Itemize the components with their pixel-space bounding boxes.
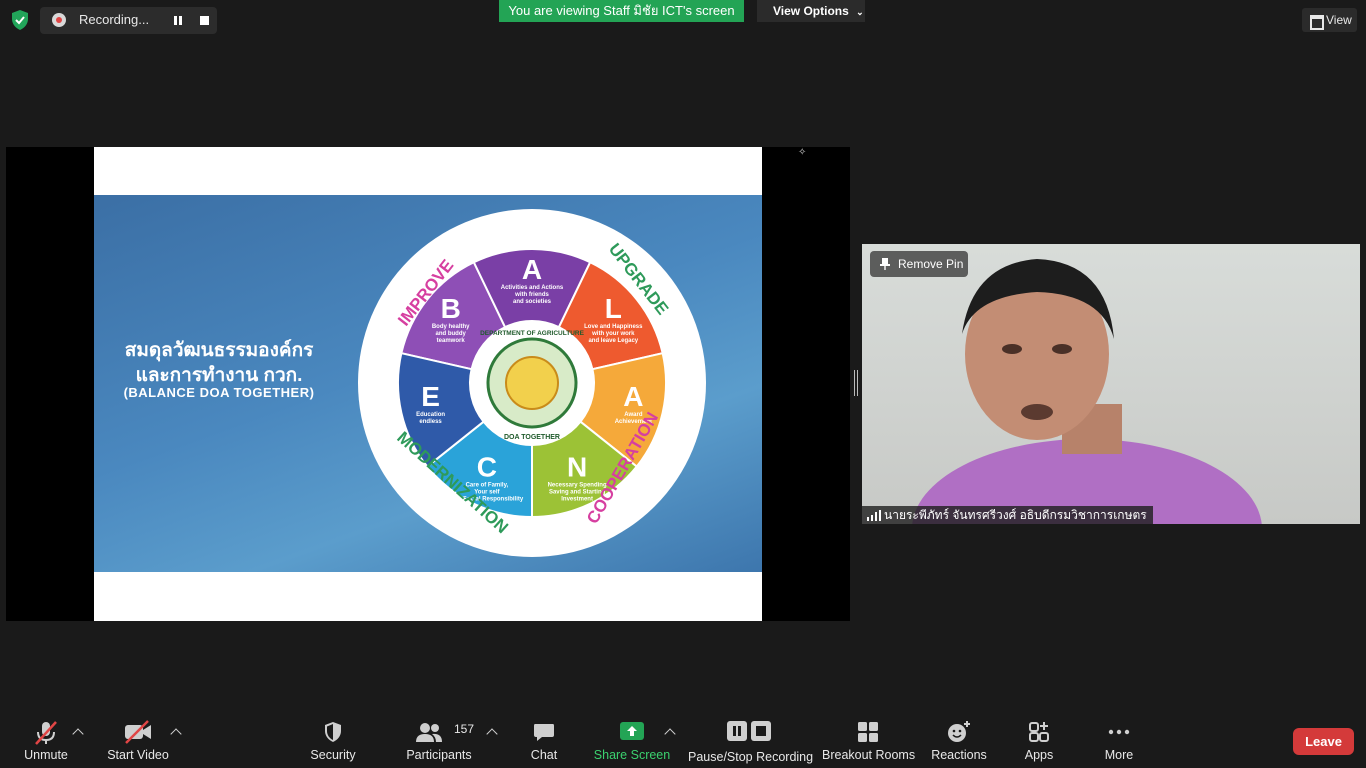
recording-dot-icon [52,13,66,27]
participant-name-tag: นายระพีภัทร์ จันทรศรีวงศ์ อธิบดีกรมวิชาก… [862,506,1153,524]
viewing-banner: You are viewing Staff มิชัย ICT's screen [499,0,744,22]
wheel-letter-3: A [623,381,643,412]
wheel-letter-6: E [421,381,440,412]
more-dots-icon [1108,729,1130,735]
share-screen-label: Share Screen [593,748,671,762]
remove-pin-label: Remove Pin [898,257,964,271]
center-bottom-label: DOA TOGETHER [504,434,560,441]
recording-label: Recording... [79,12,150,27]
panel-resize-handle[interactable] [854,370,858,396]
wheel-letter-0: B [441,293,461,324]
video-off-icon [125,720,151,744]
wheel-segment-text-0-2: teamwork [437,338,466,344]
reactions-label: Reactions [931,748,987,762]
apps-label: Apps [1024,748,1054,762]
start-video-label: Start Video [107,748,169,762]
wheel-segment-text-1-2: and societies [513,299,552,305]
pause-stop-recording-label: Pause/Stop Recording [688,750,814,764]
breakout-rooms-icon [858,722,878,742]
share-screen-icon [620,722,644,740]
balance-wheel-diagram: BBody healthyand buddyteamworkAActivitie… [358,209,706,557]
pause-stop-icon [727,721,771,741]
recording-indicator: Recording... [40,7,217,34]
pause-recording-icon[interactable] [173,16,183,25]
wheel-segment-text-6-0: Education [416,412,445,418]
pin-icon [880,258,890,270]
wheel-segment-text-6-1: endless [419,419,442,425]
wheel-segment-text-2-0: Love and Happiness [584,324,643,330]
chat-label: Chat [530,748,558,762]
slide-content: สมดุลวัฒนธรรมองค์กร และการทำงาน กวก. (BA… [94,195,762,572]
wheel-segment-text-2-1: with your work [591,331,635,337]
participant-video [912,259,1262,524]
reactions-icon [948,721,970,742]
wheel-letter-5: C [477,452,497,483]
view-button[interactable]: View [1302,8,1357,32]
wheel-segment-text-1-1: with friends [514,292,549,298]
wheel-segment-text-1-0: Activities and Actions [501,285,564,291]
wheel-segment-text-4-0: Necessary Spending [548,483,607,489]
security-label: Security [310,748,356,762]
remove-pin-button[interactable]: Remove Pin [870,251,968,277]
share-options-chevron-icon[interactable] [664,728,676,740]
wheel-letter-2: L [605,293,622,324]
audio-options-chevron-icon[interactable] [72,728,84,740]
security-shield-toolbar-icon [325,722,341,742]
participant-name: นายระพีภัทร์ จันทรศรีวงศ์ อธิบดีกรมวิชาก… [884,508,1147,522]
more-label: More [1104,748,1134,762]
chevron-down-icon: ⌄ [856,7,864,17]
security-shield-icon[interactable] [8,8,32,32]
wheel-letter-4: N [567,452,587,483]
pinned-video-tile[interactable]: Remove Pin นายระพีภัทร์ จันทรศรีวงศ์ อธิ… [862,244,1360,524]
chat-bubble-icon [534,724,554,741]
video-options-chevron-icon[interactable] [170,728,182,740]
participants-icon [416,723,442,742]
slide-subtitle: (BALANCE DOA TOGETHER) [123,385,315,400]
wheel-segment-text-0-0: Body healthy [432,324,470,330]
unmute-label: Unmute [24,748,68,762]
view-label: View [1326,13,1352,27]
center-top-label: DEPARTMENT OF AGRICULTURE [480,330,585,337]
view-options-button[interactable]: View Options ⌄ [757,0,865,22]
breakout-rooms-label: Breakout Rooms [822,748,916,762]
microphone-muted-icon [35,721,57,745]
wheel-segment-text-4-2: Investment [561,497,593,503]
wheel-segment-text-2-2: and leave Legacy [588,338,638,344]
view-options-label: View Options [773,4,849,18]
exit-fullscreen-icon[interactable]: ✧ [798,147,810,159]
participants-count: 157 [454,722,475,736]
apps-icon [1029,722,1049,742]
participants-options-chevron-icon[interactable] [486,728,498,740]
wheel-segment-text-0-1: and buddy [436,331,467,337]
signal-strength-icon [867,510,881,521]
participants-label: Participants [406,748,472,762]
stop-recording-icon[interactable] [200,16,209,25]
leave-button[interactable]: Leave [1293,728,1354,755]
wheel-letter-1: A [522,254,542,285]
presentation-slide: สมดุลวัฒนธรรมองค์กร และการทำงาน กวก. (BA… [94,147,762,621]
shared-screen: สมดุลวัฒนธรรมองค์กร และการทำงาน กวก. (BA… [6,147,850,621]
